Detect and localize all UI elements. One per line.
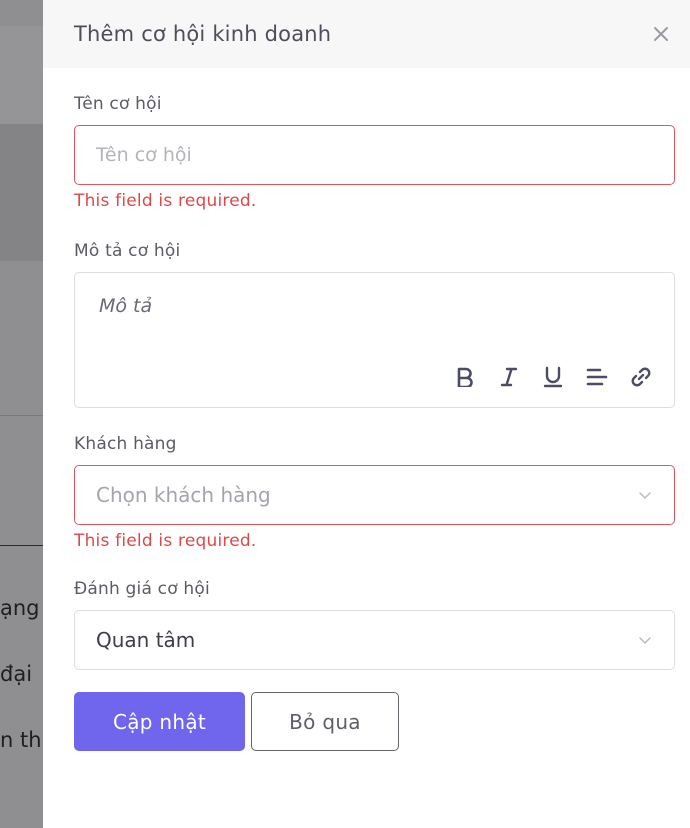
background-text: n th	[0, 728, 42, 752]
close-icon-glyph	[654, 27, 668, 41]
rating-label: Đánh giá cơ hội	[74, 579, 210, 599]
rating-select[interactable]: Quan tâm	[74, 610, 675, 670]
cancel-button[interactable]: Bỏ qua	[251, 692, 399, 751]
background-band	[0, 0, 43, 26]
update-button[interactable]: Cập nhật	[74, 692, 245, 751]
customer-label: Khách hàng	[74, 434, 177, 454]
drawer-body: Tên cơ hội Tên cơ hội This field is requ…	[43, 68, 690, 751]
underline-icon[interactable]	[542, 365, 564, 389]
chevron-down-icon	[639, 492, 651, 500]
opportunity-name-placeholder: Tên cơ hội	[96, 144, 192, 166]
background-divider	[0, 545, 43, 546]
add-opportunity-drawer: Thêm cơ hội kinh doanh Tên cơ hội Tên cơ…	[43, 0, 690, 828]
background-band	[0, 26, 43, 124]
customer-select[interactable]: Chọn khách hàng	[74, 465, 675, 525]
editor-toolbar	[454, 365, 652, 389]
background-text: đại	[0, 662, 33, 686]
chevron-down-icon	[639, 637, 651, 645]
customer-select-placeholder: Chọn khách hàng	[96, 483, 271, 507]
background-text: ạng	[0, 596, 40, 620]
link-icon[interactable]	[630, 365, 652, 389]
name-label: Tên cơ hội	[74, 94, 162, 114]
italic-icon[interactable]	[498, 365, 520, 389]
close-icon[interactable]	[650, 23, 672, 45]
rating-select-value: Quan tâm	[96, 628, 196, 652]
form-actions: Cập nhật Bỏ qua	[74, 692, 675, 751]
background-band	[0, 124, 43, 261]
description-placeholder: Mô tả	[99, 295, 153, 317]
customer-error: This field is required.	[74, 531, 257, 551]
description-label: Mô tả cơ hội	[74, 241, 181, 261]
bold-icon[interactable]	[454, 365, 476, 389]
opportunity-name-input[interactable]: Tên cơ hội	[74, 125, 675, 185]
drawer-title: Thêm cơ hội kinh doanh	[74, 22, 332, 46]
name-error: This field is required.	[74, 191, 257, 211]
align-icon[interactable]	[586, 365, 608, 389]
background-divider	[0, 415, 43, 416]
description-editor[interactable]: Mô tả	[74, 272, 675, 408]
drawer-header: Thêm cơ hội kinh doanh	[43, 0, 690, 68]
